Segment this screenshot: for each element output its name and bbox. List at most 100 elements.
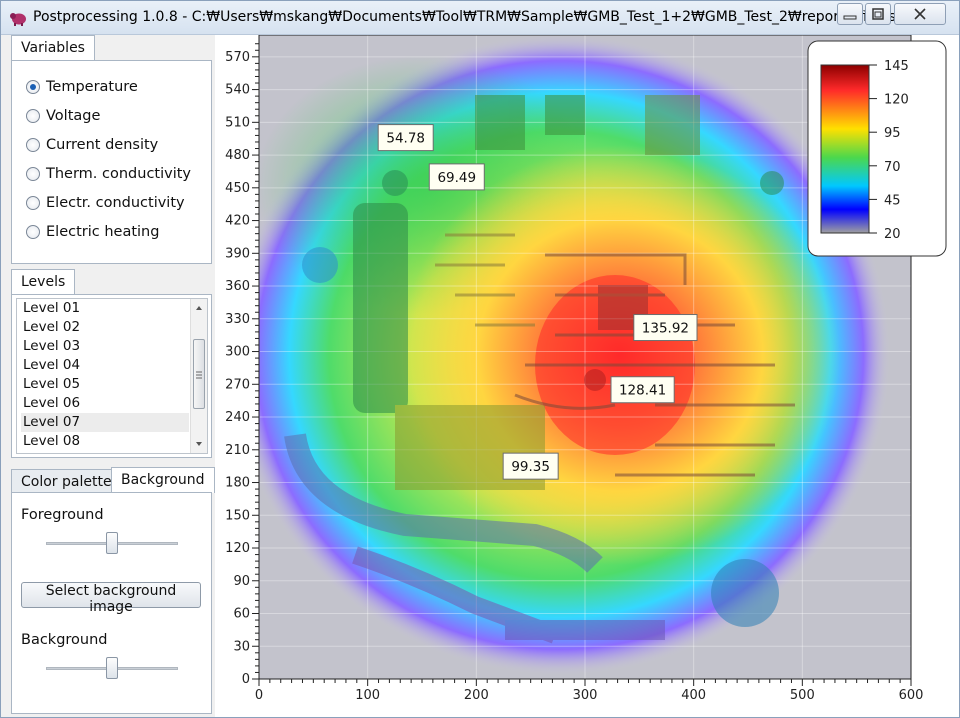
tab-variables[interactable]: Variables bbox=[11, 35, 95, 61]
list-item-selected[interactable]: Level 07 bbox=[21, 413, 189, 432]
y-tick-label: 180 bbox=[225, 476, 250, 491]
y-tick-label: 540 bbox=[225, 83, 250, 98]
levels-panel: Level 01 Level 02 Level 03 Level 04 Leve… bbox=[11, 294, 212, 458]
list-item[interactable]: Level 06 bbox=[21, 394, 189, 413]
tab-levels[interactable]: Levels bbox=[11, 269, 76, 295]
levels-list[interactable]: Level 01 Level 02 Level 03 Level 04 Leve… bbox=[16, 298, 208, 454]
callout-value: 54.78 bbox=[386, 131, 425, 147]
radio-label: Electric heating bbox=[46, 224, 160, 240]
list-item[interactable]: Level 01 bbox=[21, 299, 189, 318]
title-bar[interactable]: Postprocessing 1.0.8 - C:₩Users₩mskang₩D… bbox=[1, 1, 959, 35]
scroll-thumb[interactable] bbox=[193, 339, 205, 409]
app-bug-icon bbox=[10, 13, 26, 26]
radio-unchecked-icon bbox=[26, 109, 40, 123]
color-legend: 145 120 95 70 45 20 bbox=[807, 40, 947, 257]
temperature-callout: 99.35 bbox=[502, 452, 559, 480]
callout-value: 128.41 bbox=[619, 383, 666, 399]
restore-icon bbox=[872, 8, 884, 20]
radio-therm-conductivity[interactable]: Therm. conductivity bbox=[26, 163, 191, 185]
x-tick-label: 400 bbox=[681, 688, 706, 703]
radio-current-density[interactable]: Current density bbox=[26, 134, 158, 156]
y-tick-label: 0 bbox=[242, 672, 250, 687]
radio-unchecked-icon bbox=[26, 138, 40, 152]
x-tick-label: 300 bbox=[573, 688, 598, 703]
background-label: Background bbox=[21, 632, 108, 648]
radio-electric-heating[interactable]: Electric heating bbox=[26, 221, 159, 243]
scroll-down-icon bbox=[196, 442, 202, 446]
callout-value: 99.35 bbox=[511, 459, 550, 475]
select-background-image-button[interactable]: Select background image bbox=[21, 582, 201, 615]
x-tick-label: 200 bbox=[464, 688, 489, 703]
x-tick-label: 500 bbox=[790, 688, 815, 703]
y-tick-label: 510 bbox=[225, 115, 250, 130]
y-tick-label: 210 bbox=[225, 443, 250, 458]
radio-voltage[interactable]: Voltage bbox=[26, 105, 100, 127]
y-axis: 0 30 60 90 120 150 180 210 240 270 300 330 360 390 420… bbox=[225, 43, 259, 687]
radio-unchecked-icon bbox=[26, 225, 40, 239]
y-tick-label: 450 bbox=[225, 181, 250, 196]
background-slider-thumb[interactable] bbox=[106, 657, 118, 679]
foreground-slider-thumb[interactable] bbox=[106, 532, 118, 554]
y-tick-label: 120 bbox=[225, 541, 250, 556]
y-tick-label: 90 bbox=[233, 574, 250, 589]
background-panel: Foreground Select background image Backg… bbox=[11, 492, 212, 714]
list-item[interactable]: Level 03 bbox=[21, 337, 189, 356]
grip-icon bbox=[196, 371, 202, 379]
radio-unchecked-icon bbox=[26, 167, 40, 181]
radio-checked-icon bbox=[26, 80, 40, 94]
tab-background[interactable]: Background bbox=[111, 467, 215, 493]
restore-button[interactable] bbox=[865, 3, 891, 25]
close-button[interactable] bbox=[894, 3, 946, 25]
radio-label: Temperature bbox=[46, 79, 138, 95]
radio-unchecked-icon bbox=[26, 196, 40, 210]
legend-tick-label: 95 bbox=[884, 126, 901, 141]
minimize-icon bbox=[843, 15, 857, 20]
temperature-callout: 128.41 bbox=[610, 376, 675, 404]
temperature-callout: 69.49 bbox=[428, 163, 485, 191]
y-tick-label: 420 bbox=[225, 214, 250, 229]
tab-color-palette[interactable]: Color palette bbox=[11, 469, 122, 493]
radio-label: Electr. conductivity bbox=[46, 195, 185, 211]
y-tick-label: 570 bbox=[225, 50, 250, 65]
close-icon bbox=[914, 8, 926, 20]
temperature-heatmap[interactable]: 0 100 200 300 400 500 600 0 30 60 90 120 150 180 210 2… bbox=[215, 35, 959, 717]
y-tick-label: 330 bbox=[225, 312, 250, 327]
radio-label: Current density bbox=[46, 137, 159, 153]
legend-colorbar bbox=[820, 64, 870, 234]
x-tick-label: 0 bbox=[255, 688, 263, 703]
scroll-up-icon bbox=[196, 306, 202, 310]
app-window: Postprocessing 1.0.8 - C:₩Users₩mskang₩D… bbox=[0, 0, 960, 718]
temperature-callout: 54.78 bbox=[377, 124, 434, 152]
foreground-label: Foreground bbox=[21, 507, 104, 523]
y-tick-label: 390 bbox=[225, 246, 250, 261]
radio-label: Voltage bbox=[46, 108, 101, 124]
legend-tick-label: 45 bbox=[884, 193, 901, 208]
levels-scrollbar[interactable] bbox=[190, 299, 207, 453]
x-tick-label: 600 bbox=[899, 688, 924, 703]
list-item[interactable]: Level 08 bbox=[21, 432, 189, 451]
callout-value: 69.49 bbox=[437, 170, 476, 186]
y-tick-label: 360 bbox=[225, 279, 250, 294]
minimize-button[interactable] bbox=[837, 3, 863, 25]
legend-tick-label: 120 bbox=[884, 93, 909, 108]
legend-tick-label: 20 bbox=[884, 227, 901, 242]
y-tick-label: 60 bbox=[233, 607, 250, 622]
list-item[interactable]: Level 02 bbox=[21, 318, 189, 337]
y-tick-label: 30 bbox=[233, 639, 250, 654]
x-tick-label: 100 bbox=[355, 688, 380, 703]
temperature-callout: 135.92 bbox=[633, 314, 698, 342]
radio-temperature[interactable]: Temperature bbox=[26, 76, 138, 98]
callout-value: 135.92 bbox=[642, 321, 689, 337]
y-tick-label: 150 bbox=[225, 508, 250, 523]
radio-electr-conductivity[interactable]: Electr. conductivity bbox=[26, 192, 185, 214]
radio-label: Therm. conductivity bbox=[46, 166, 192, 182]
legend-tick-label: 70 bbox=[884, 160, 901, 175]
legend-tick-label: 145 bbox=[884, 59, 909, 74]
list-item[interactable]: Level 05 bbox=[21, 375, 189, 394]
y-tick-label: 300 bbox=[225, 345, 250, 360]
window-title: Postprocessing 1.0.8 - C:₩Users₩mskang₩D… bbox=[33, 9, 896, 25]
list-item[interactable]: Level 04 bbox=[21, 356, 189, 375]
x-axis: 0 100 200 300 400 500 600 bbox=[255, 679, 924, 703]
plot-area[interactable]: 0 100 200 300 400 500 600 0 30 60 90 120 150 180 210 2… bbox=[215, 35, 959, 717]
left-panel: Variables Temperature Voltage Current de… bbox=[7, 35, 215, 717]
